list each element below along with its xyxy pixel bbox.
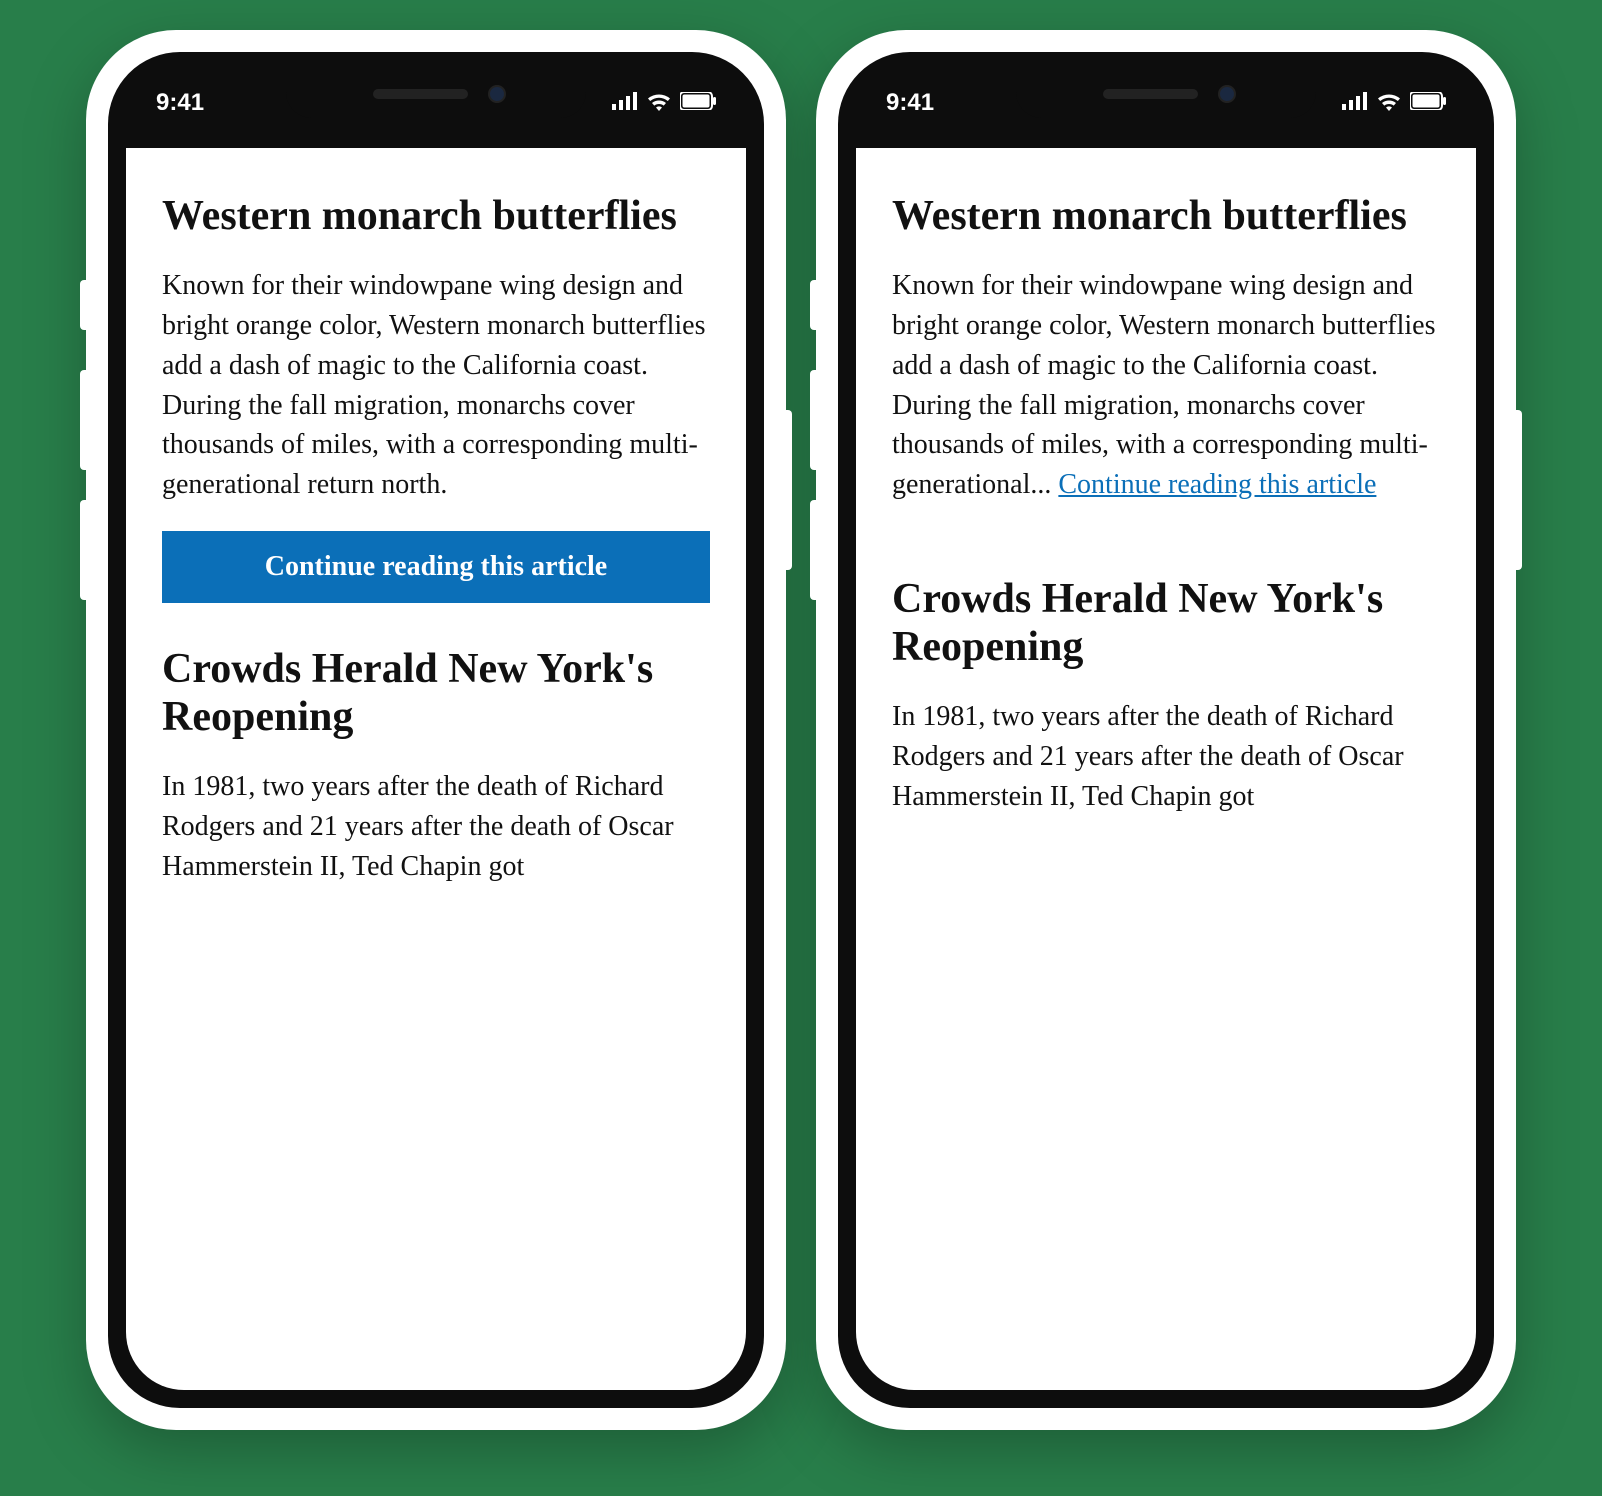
wifi-icon: [1376, 91, 1402, 116]
article-2-title: Crowds Herald New York's Reopening: [162, 645, 710, 742]
phone-mockup-left: 9:41 Western m: [86, 30, 786, 1430]
battery-icon: [680, 92, 716, 115]
volume-up-button: [80, 370, 90, 470]
wifi-icon: [646, 91, 672, 116]
notch: [286, 70, 586, 118]
article-2-title: Crowds Herald New York's Reopening: [892, 575, 1440, 672]
phone-mockup-right: 9:41 Western m: [816, 30, 1516, 1430]
continue-reading-link[interactable]: Continue reading this article: [1058, 469, 1376, 500]
battery-icon: [1410, 92, 1446, 115]
volume-up-button: [810, 370, 820, 470]
cellular-signal-icon: [612, 92, 638, 115]
article-1-body: Known for their windowpane wing design a…: [892, 266, 1440, 505]
article-2-body: In 1981, two years after the death of Ri…: [162, 767, 710, 886]
front-camera: [488, 85, 506, 103]
silence-switch: [810, 280, 820, 330]
volume-down-button: [80, 500, 90, 600]
status-time: 9:41: [886, 89, 934, 117]
speaker-grille: [373, 89, 468, 99]
article-1-title: Western monarch butterflies: [162, 192, 710, 240]
power-button: [782, 410, 792, 570]
silence-switch: [80, 280, 90, 330]
power-button: [1512, 410, 1522, 570]
screen-content[interactable]: Western monarch butterflies Known for th…: [856, 148, 1476, 1390]
screen-content[interactable]: Western monarch butterflies Known for th…: [126, 148, 746, 1390]
speaker-grille: [1103, 89, 1198, 99]
article-1-title: Western monarch butterflies: [892, 192, 1440, 240]
article-1-body-text: Known for their windowpane wing design a…: [892, 270, 1435, 500]
status-time: 9:41: [156, 89, 204, 117]
article-1-body: Known for their windowpane wing design a…: [162, 266, 710, 505]
cellular-signal-icon: [1342, 92, 1368, 115]
front-camera: [1218, 85, 1236, 103]
notch: [1016, 70, 1316, 118]
volume-down-button: [810, 500, 820, 600]
article-2-body: In 1981, two years after the death of Ri…: [892, 697, 1440, 816]
continue-reading-button[interactable]: Continue reading this article: [162, 531, 710, 603]
